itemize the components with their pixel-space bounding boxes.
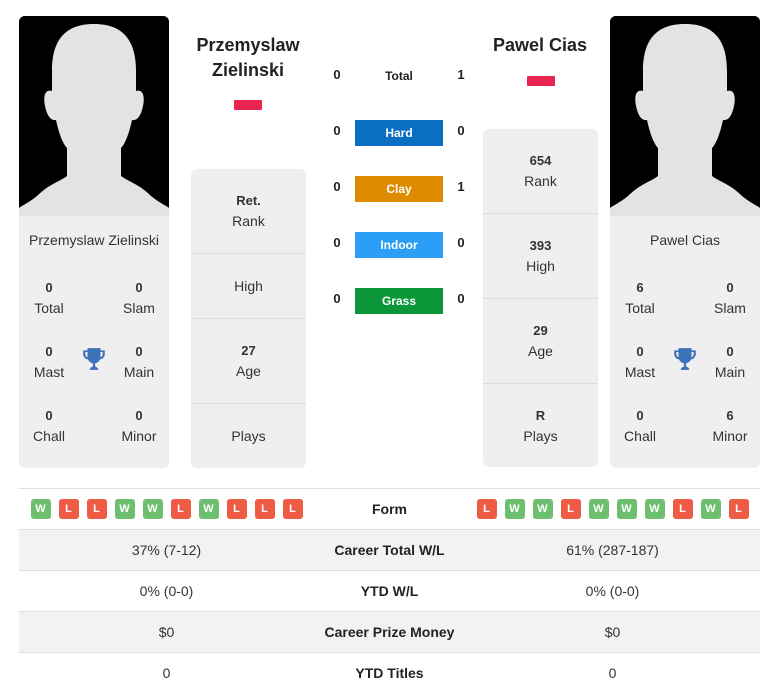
stat-row-prize-money: $0 Career Prize Money $0	[19, 611, 760, 652]
form-loss-badge[interactable]: L	[58, 499, 79, 519]
right-form-badges: LWWLWWWLWL	[465, 499, 760, 519]
form-win-badge[interactable]: W	[644, 499, 665, 519]
left-player-name: Przemyslaw Zielinski	[29, 232, 159, 248]
right-player-photo	[610, 16, 760, 216]
left-titles-main: 0 Main	[123, 344, 155, 380]
left-stat-value: 0	[162, 665, 171, 681]
right-player-flag	[527, 76, 555, 86]
left-titles-mast: 0 Mast	[33, 344, 65, 380]
form-loss-badge[interactable]: L	[728, 499, 749, 519]
form-loss-badge[interactable]: L	[560, 499, 581, 519]
h2h-indoor-left: 0	[333, 235, 341, 250]
player-silhouette-icon	[19, 16, 169, 216]
stat-label: YTD W/L	[360, 583, 419, 599]
right-player-card: Pawel Cias 6 Total 0 Slam 0 Mast 0 Main …	[610, 16, 760, 468]
h2h-clay-right: 1	[457, 179, 465, 194]
left-player-flag	[234, 100, 262, 110]
left-player-title[interactable]: Przemyslaw Zielinski	[188, 33, 308, 83]
h2h-total-left: 0	[333, 67, 341, 82]
h2h-hard-left: 0	[333, 123, 341, 138]
stat-label: Career Prize Money	[324, 624, 455, 640]
left-titles-minor: 0 Minor	[121, 408, 157, 444]
h2h-indoor-right: 0	[457, 235, 465, 250]
form-row: WLLWWLWLLL Form LWWLWWWLWL	[19, 488, 760, 529]
player-silhouette-icon	[610, 16, 760, 216]
right-stat-value: 0% (0-0)	[585, 583, 640, 599]
form-win-badge[interactable]: W	[616, 499, 637, 519]
h2h-hard-right: 0	[457, 123, 465, 138]
right-high: 393 High	[483, 214, 598, 299]
surface-clay-badge: Clay	[355, 176, 443, 202]
left-player-card: Przemyslaw Zielinski 0 Total 0 Slam 0 Ma…	[19, 16, 169, 468]
form-loss-badge[interactable]: L	[170, 499, 191, 519]
h2h-grass-right: 0	[457, 291, 465, 306]
h2h-total-label: Total	[385, 69, 413, 83]
right-plays: R Plays	[523, 407, 558, 444]
stat-row-ytd-titles: 0 YTD Titles 0	[19, 652, 760, 693]
form-win-badge[interactable]: W	[30, 499, 51, 519]
form-win-badge[interactable]: W	[700, 499, 721, 519]
trophy-icon	[83, 348, 105, 370]
trophy-icon	[674, 348, 696, 370]
h2h-total-right: 1	[457, 67, 465, 82]
form-win-badge[interactable]: W	[532, 499, 553, 519]
left-plays: Plays	[231, 428, 266, 444]
surface-indoor-badge: Indoor	[355, 232, 443, 258]
form-win-badge[interactable]: W	[198, 499, 219, 519]
left-player-photo	[19, 16, 169, 216]
h2h-grass-left: 0	[333, 291, 341, 306]
left-stat-value: $0	[158, 624, 175, 640]
form-win-badge[interactable]: W	[114, 499, 135, 519]
stat-label: YTD Titles	[355, 665, 424, 681]
left-titles-chall: 0 Chall	[33, 408, 65, 444]
left-stat-value: 37% (7-12)	[131, 542, 202, 558]
form-loss-badge[interactable]: L	[476, 499, 497, 519]
right-titles-mast: 0 Mast	[624, 344, 656, 380]
form-loss-badge[interactable]: L	[282, 499, 303, 519]
right-titles-minor: 6 Minor	[712, 408, 748, 444]
surface-grass-badge: Grass	[355, 288, 443, 314]
left-titles-slam: 0 Slam	[123, 280, 155, 316]
left-age: 27 Age	[191, 319, 306, 404]
form-loss-badge[interactable]: L	[226, 499, 247, 519]
form-loss-badge[interactable]: L	[86, 499, 107, 519]
right-stat-value: $0	[604, 624, 621, 640]
right-stat-value: 61% (287-187)	[566, 542, 659, 558]
left-titles-total: 0 Total	[34, 280, 64, 316]
right-player-title[interactable]: Pawel Cias	[480, 33, 600, 58]
form-win-badge[interactable]: W	[142, 499, 163, 519]
left-stat-value: 0% (0-0)	[139, 583, 194, 599]
right-titles-total: 6 Total	[625, 280, 655, 316]
stat-label: Career Total W/L	[334, 542, 445, 558]
right-age: 29 Age	[483, 299, 598, 384]
right-titles-slam: 0 Slam	[714, 280, 746, 316]
left-form-badges: WLLWWLWLLL	[19, 499, 314, 519]
right-rank: 654 Rank	[483, 129, 598, 214]
left-info-panel: Ret. Rank High 27 Age Plays	[191, 169, 306, 468]
h2h-clay-left: 0	[333, 179, 341, 194]
left-rank: Ret. Rank	[191, 169, 306, 254]
surface-hard-badge: Hard	[355, 120, 443, 146]
right-stat-value: 0	[608, 665, 617, 681]
form-win-badge[interactable]: W	[588, 499, 609, 519]
left-high: High	[191, 254, 306, 319]
form-loss-badge[interactable]: L	[672, 499, 693, 519]
right-titles-chall: 0 Chall	[624, 408, 656, 444]
right-info-panel: 654 Rank 393 High 29 Age R Plays	[483, 129, 598, 467]
right-titles-main: 0 Main	[714, 344, 746, 380]
form-loss-badge[interactable]: L	[254, 499, 275, 519]
stat-row-ytd-wl: 0% (0-0) YTD W/L 0% (0-0)	[19, 570, 760, 611]
right-player-name: Pawel Cias	[649, 232, 721, 248]
stat-row-career-wl: 37% (7-12) Career Total W/L 61% (287-187…	[19, 529, 760, 570]
form-win-badge[interactable]: W	[504, 499, 525, 519]
form-label: Form	[372, 501, 407, 517]
